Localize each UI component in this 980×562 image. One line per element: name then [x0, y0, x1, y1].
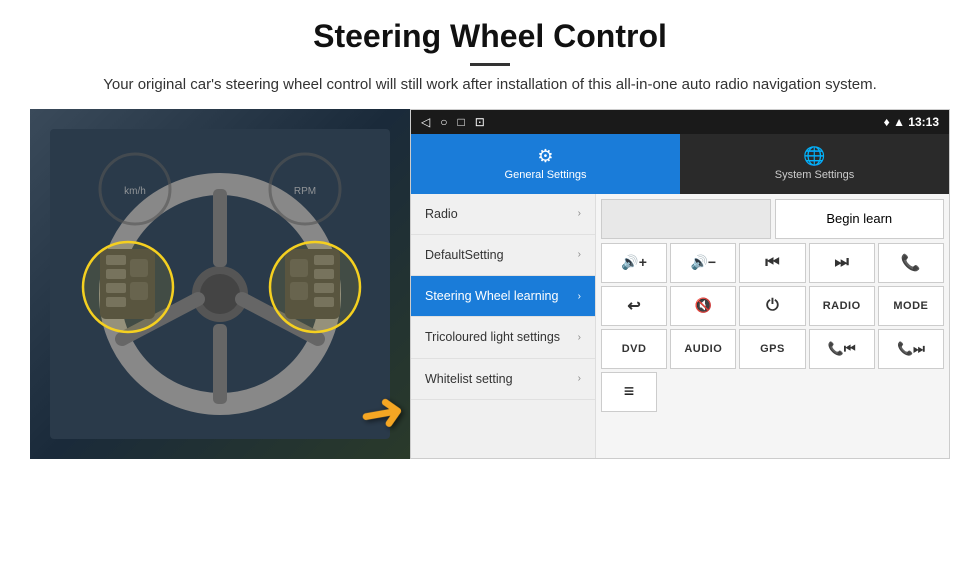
mode-button[interactable]: MODE: [878, 286, 944, 326]
menu-steering-label: Steering Wheel learning: [425, 288, 558, 304]
page-header: Steering Wheel Control Your original car…: [0, 0, 980, 109]
status-right: ♦ ▲ 13:13: [884, 115, 939, 129]
chevron-icon: ›: [578, 373, 581, 384]
controls-panel: Begin learn 🔊+ 🔊− ⏮ ⏭: [596, 194, 949, 458]
system-icon: 🌐: [803, 146, 825, 167]
audio-button[interactable]: AUDIO: [670, 329, 736, 369]
menu-whitelist-label: Whitelist setting: [425, 371, 513, 387]
dvd-label: DVD: [622, 343, 647, 355]
prev-icon: ⏮: [765, 254, 779, 272]
vol-up-button[interactable]: 🔊+: [601, 243, 667, 283]
page-title: Steering Wheel Control: [60, 18, 920, 55]
menu-item-tricoloured[interactable]: Tricoloured light settings ›: [411, 317, 595, 358]
gear-icon: ⚙: [537, 146, 553, 167]
recents-icon[interactable]: □: [457, 115, 464, 129]
tab-system-label: System Settings: [775, 169, 854, 181]
tab-general[interactable]: ⚙ General Settings: [411, 134, 680, 194]
empty-field: [601, 199, 771, 239]
begin-learn-row: Begin learn: [601, 199, 944, 239]
tab-system[interactable]: 🌐 System Settings: [680, 134, 949, 194]
control-row-1: 🔊+ 🔊− ⏮ ⏭ 📞: [601, 243, 944, 283]
back-icon[interactable]: ◁: [421, 115, 430, 129]
radio-button[interactable]: RADIO: [809, 286, 875, 326]
tab-general-label: General Settings: [505, 169, 587, 181]
control-row-2: ↩ 🔇 ⏻ RADIO MODE: [601, 286, 944, 326]
mode-label: MODE: [893, 300, 928, 312]
svg-text:km/h: km/h: [124, 186, 146, 197]
back-call-icon: ↩: [627, 296, 640, 316]
chevron-icon: ›: [578, 249, 581, 260]
steering-wheel-svg: km/h RPM: [50, 129, 390, 439]
call-next-icon: 📞⏭: [897, 341, 925, 357]
menu-item-whitelist[interactable]: Whitelist setting ›: [411, 359, 595, 400]
main-content: km/h RPM ➜ ◁ ○ □ ⊡ ♦ ▲ 13:13: [30, 109, 950, 459]
gps-label: GPS: [760, 343, 785, 355]
menu-tricoloured-label: Tricoloured light settings: [425, 329, 560, 345]
vol-down-button[interactable]: 🔊−: [670, 243, 736, 283]
power-icon: ⏻: [766, 297, 779, 315]
header-divider: [470, 63, 510, 66]
begin-learn-button[interactable]: Begin learn: [775, 199, 945, 239]
car-image: km/h RPM ➜: [30, 109, 410, 459]
mute-button[interactable]: 🔇: [670, 286, 736, 326]
next-button[interactable]: ⏭: [809, 243, 875, 283]
power-button[interactable]: ⏻: [739, 286, 805, 326]
chevron-icon: ›: [578, 332, 581, 343]
menu-list: Radio › DefaultSetting › Steering Wheel …: [411, 194, 596, 458]
status-bar: ◁ ○ □ ⊡ ♦ ▲ 13:13: [411, 110, 949, 134]
vol-up-icon: 🔊+: [621, 254, 647, 271]
call-icon: 📞: [901, 253, 921, 273]
next-icon: ⏭: [834, 254, 848, 272]
signal-icons: ♦ ▲: [884, 115, 909, 129]
call-prev-button[interactable]: 📞⏮: [809, 329, 875, 369]
nav-icons: ◁ ○ □ ⊡: [421, 115, 485, 129]
list-icon: ≡: [624, 381, 635, 402]
home-icon[interactable]: ○: [440, 115, 447, 129]
vol-down-icon: 🔊−: [690, 254, 716, 271]
gps-button[interactable]: GPS: [739, 329, 805, 369]
call-prev-icon: 📞⏮: [828, 341, 856, 357]
control-row-3: DVD AUDIO GPS 📞⏮ 📞⏭: [601, 329, 944, 369]
radio-label: RADIO: [823, 300, 861, 312]
call-next-button[interactable]: 📞⏭: [878, 329, 944, 369]
menu-item-default[interactable]: DefaultSetting ›: [411, 235, 595, 276]
chevron-icon: ›: [578, 291, 581, 302]
menu-icon-button[interactable]: ≡: [601, 372, 657, 412]
dvd-button[interactable]: DVD: [601, 329, 667, 369]
menu-item-radio[interactable]: Radio ›: [411, 194, 595, 235]
back-call-button[interactable]: ↩: [601, 286, 667, 326]
prev-button[interactable]: ⏮: [739, 243, 805, 283]
call-button[interactable]: 📞: [878, 243, 944, 283]
menu-item-steering[interactable]: Steering Wheel learning ›: [411, 276, 595, 317]
audio-label: AUDIO: [684, 343, 722, 355]
bottom-icon-row: ≡: [601, 372, 944, 412]
device-body: Radio › DefaultSetting › Steering Wheel …: [411, 194, 949, 458]
mute-icon: 🔇: [695, 297, 712, 314]
tab-bar: ⚙ General Settings 🌐 System Settings: [411, 134, 949, 194]
android-device: ◁ ○ □ ⊡ ♦ ▲ 13:13 ⚙ General Settings 🌐 S…: [410, 109, 950, 459]
time-display: 13:13: [908, 115, 939, 129]
menu-radio-label: Radio: [425, 206, 458, 222]
svg-text:RPM: RPM: [294, 186, 316, 197]
header-description: Your original car's steering wheel contr…: [60, 74, 920, 97]
screenshot-icon[interactable]: ⊡: [475, 115, 485, 129]
chevron-icon: ›: [578, 208, 581, 219]
menu-default-label: DefaultSetting: [425, 247, 504, 263]
arrow-pointer: ➜: [354, 376, 410, 447]
